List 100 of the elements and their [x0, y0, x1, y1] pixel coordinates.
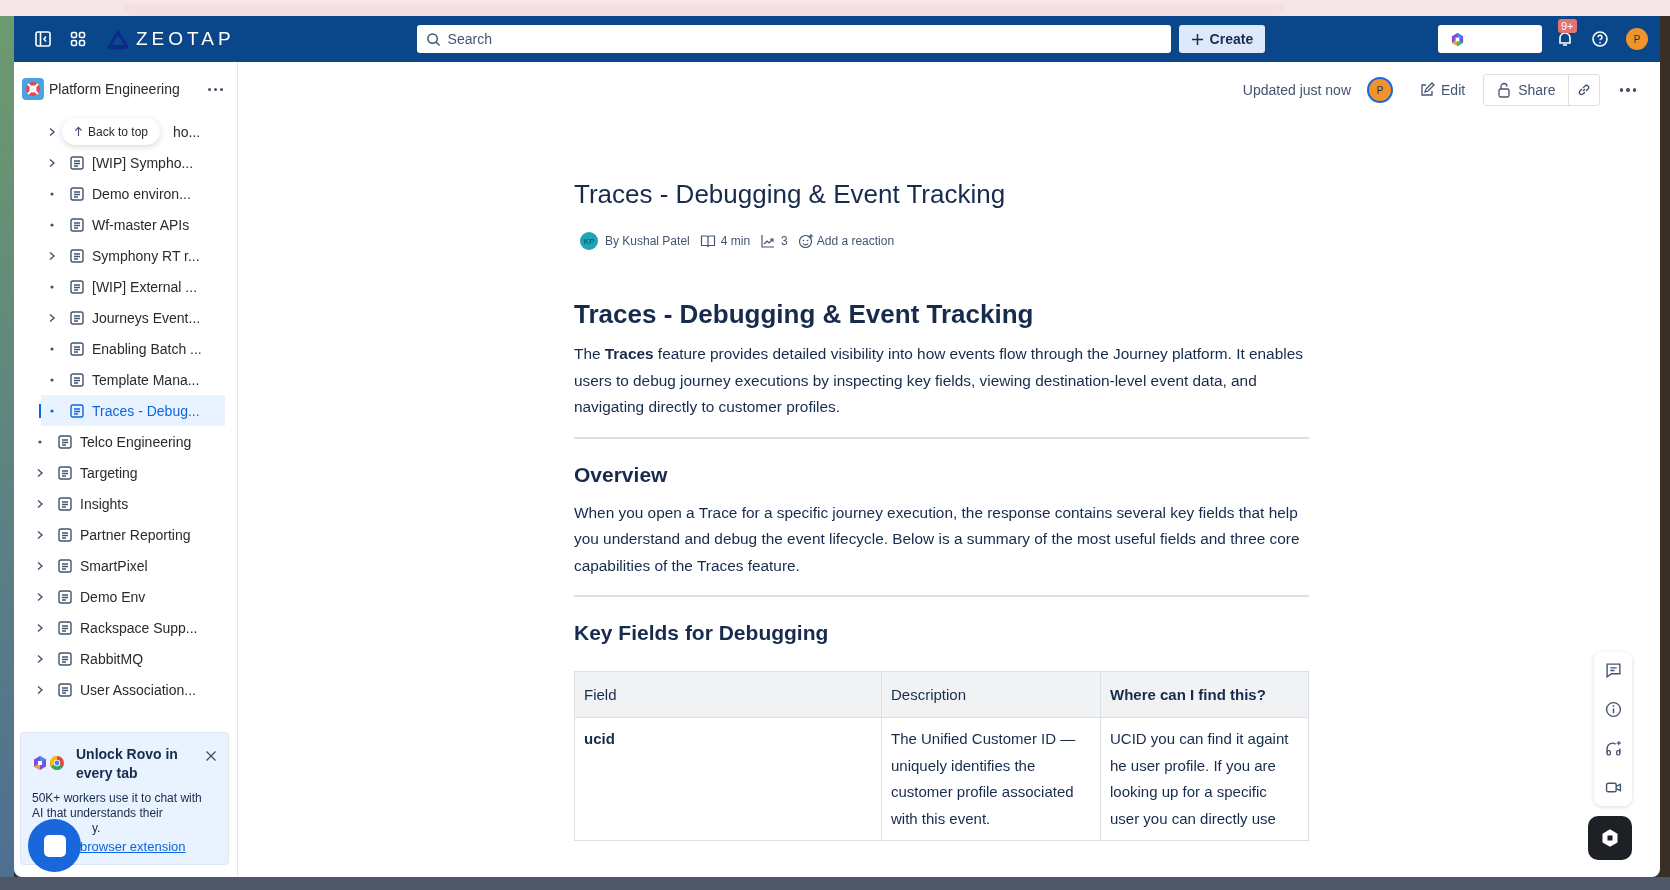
lock-icon — [1496, 82, 1513, 98]
user-avatar[interactable]: P — [1626, 28, 1648, 50]
search-icon — [425, 32, 441, 47]
section-heading: Traces - Debugging & Event Tracking — [574, 299, 1035, 330]
paragraph: The Traces feature provides detailed visibility into how events flow through the Journey platform. It enables users to debug journey executions by inspecting key fields, viewing destination-level event data, and navigating directly to customer profiles. — [574, 344, 1304, 417]
view-count: 3 — [781, 234, 788, 248]
sidebar-item[interactable]: Symphony RT r... — [14, 240, 225, 271]
chevron-icon[interactable] — [47, 250, 57, 261]
page-icon — [69, 278, 85, 295]
page-icon — [69, 340, 85, 357]
sidebar-item[interactable]: Partner Reporting — [14, 519, 225, 550]
create-button[interactable]: Create — [1178, 25, 1266, 53]
section-heading: Key Fields for Debugging — [574, 621, 830, 645]
read-time: 4 min — [720, 234, 751, 248]
page-icon — [69, 185, 85, 202]
page-icon — [57, 681, 73, 698]
sidebar-item[interactable]: Template Mana... — [14, 364, 225, 395]
section-heading: Overview — [574, 462, 669, 487]
chevron-icon[interactable] — [35, 591, 45, 602]
add-reaction-button[interactable]: Add a reaction — [797, 233, 895, 249]
chevron-icon[interactable] — [35, 560, 45, 571]
sidebar-item[interactable]: ho... — [173, 123, 201, 140]
paragraph: When you open a Trace for a specific journey execution, the response contains several key fields that help you understand and debug the event lifecycle. Below is a summary of the most useful fields and three core capabilities of the Traces feature. — [574, 502, 1301, 576]
page-icon — [57, 619, 73, 636]
sidebar-item[interactable]: Targeting — [14, 457, 225, 488]
page-icon — [69, 154, 85, 171]
chevron-icon[interactable] — [47, 126, 57, 137]
column-header: Where can I find this? — [1100, 671, 1309, 718]
space-name[interactable]: Platform Engineering — [49, 81, 180, 97]
sidebar-item[interactable]: Rackspace Supp... — [14, 612, 225, 643]
sidebar-item[interactable]: Traces - Debug... — [41, 395, 225, 426]
smiley-icon — [797, 233, 814, 249]
page-icon — [57, 433, 73, 450]
edit-button[interactable]: Edit — [1413, 81, 1472, 99]
sidebar-item[interactable]: Enabling Batch ... — [14, 333, 225, 364]
floating-action-button[interactable] — [28, 819, 81, 872]
headphones-icon[interactable] — [1604, 740, 1622, 757]
author-name[interactable]: By Kushal Patel — [605, 234, 690, 248]
chevron-icon[interactable] — [35, 529, 45, 540]
chevron-icon[interactable] — [47, 157, 57, 168]
update-status: Updated just now — [1242, 82, 1351, 98]
page-icon — [57, 588, 73, 605]
page-icon — [69, 371, 85, 388]
book-icon — [699, 233, 716, 249]
page-icon — [57, 650, 73, 667]
page-icon — [69, 402, 85, 419]
info-icon[interactable] — [1604, 701, 1622, 718]
chevron-icon[interactable] — [35, 467, 45, 478]
sidebar-item[interactable]: SmartPixel — [14, 550, 225, 581]
help-icon[interactable] — [1591, 30, 1609, 48]
page-icon — [69, 216, 85, 233]
table-cell: ucid — [574, 717, 882, 841]
trend-icon — [760, 233, 777, 249]
rovo-button[interactable] — [1588, 816, 1632, 860]
page-icon — [69, 247, 85, 264]
back-to-top-button[interactable]: Back to top — [62, 118, 161, 145]
search-field[interactable]: Search — [416, 25, 1171, 53]
chevron-icon[interactable] — [35, 653, 45, 664]
chevron-icon[interactable] — [35, 622, 45, 633]
space-icon — [22, 78, 44, 100]
arrow-up-icon — [74, 126, 83, 137]
page-icon — [57, 557, 73, 574]
column-header: Field — [574, 671, 882, 718]
sidebar-item[interactable]: RabbitMQ — [14, 643, 225, 674]
page-title: Traces - Debugging & Event Tracking — [574, 179, 1007, 210]
sidebar-item[interactable]: [WIP] External ... — [14, 271, 225, 302]
extension-logos-icon — [32, 755, 66, 771]
close-icon[interactable] — [205, 750, 217, 762]
chevron-icon[interactable] — [35, 684, 45, 695]
sidebar-toggle-icon[interactable] — [34, 30, 52, 48]
notification-badge: 9+ — [1558, 19, 1577, 33]
sidebar-item[interactable]: Insights — [14, 488, 225, 519]
rovo-search-field[interactable] — [1438, 25, 1542, 53]
sidebar-item[interactable]: User Association... — [14, 674, 225, 705]
sidebar-item[interactable]: Wf-master APIs — [14, 209, 225, 240]
hexagon-logo-icon — [1450, 31, 1465, 47]
page-icon — [57, 464, 73, 481]
sidebar-item[interactable]: Demo environ... — [14, 178, 225, 209]
sidebar-item[interactable]: Journeys Event... — [14, 302, 225, 333]
user-avatar[interactable]: P — [1367, 77, 1393, 103]
promo-title: Unlock Rovo in every tab — [76, 745, 179, 783]
page-icon — [57, 526, 73, 543]
notifications-icon[interactable] — [1556, 30, 1574, 48]
sidebar-item[interactable]: [WIP] Sympho... — [14, 147, 225, 178]
pencil-icon — [1419, 82, 1435, 98]
table-cell: UCID you can find it againt he user profile. If you are looking up for a specific user you can directly use — [1100, 717, 1309, 841]
author-avatar: KP — [580, 232, 598, 250]
extension-link[interactable]: browser extension — [80, 839, 217, 854]
comment-icon[interactable] — [1604, 662, 1622, 679]
hexagon-logo-icon — [1600, 828, 1620, 848]
chevron-icon[interactable] — [47, 312, 57, 323]
page-icon — [57, 495, 73, 512]
logo-text[interactable]: ZEOTAP — [136, 28, 235, 50]
sidebar-item[interactable]: Telco Engineering — [14, 426, 225, 457]
chevron-icon[interactable] — [35, 498, 45, 509]
sidebar-item[interactable]: Demo Env — [14, 581, 225, 612]
plus-icon — [1190, 32, 1204, 46]
app-switcher-icon[interactable] — [69, 30, 87, 48]
table-cell: The Unified Customer ID — uniquely identifies the customer profile associated with this event. — [881, 717, 1101, 841]
page-icon — [69, 309, 85, 326]
